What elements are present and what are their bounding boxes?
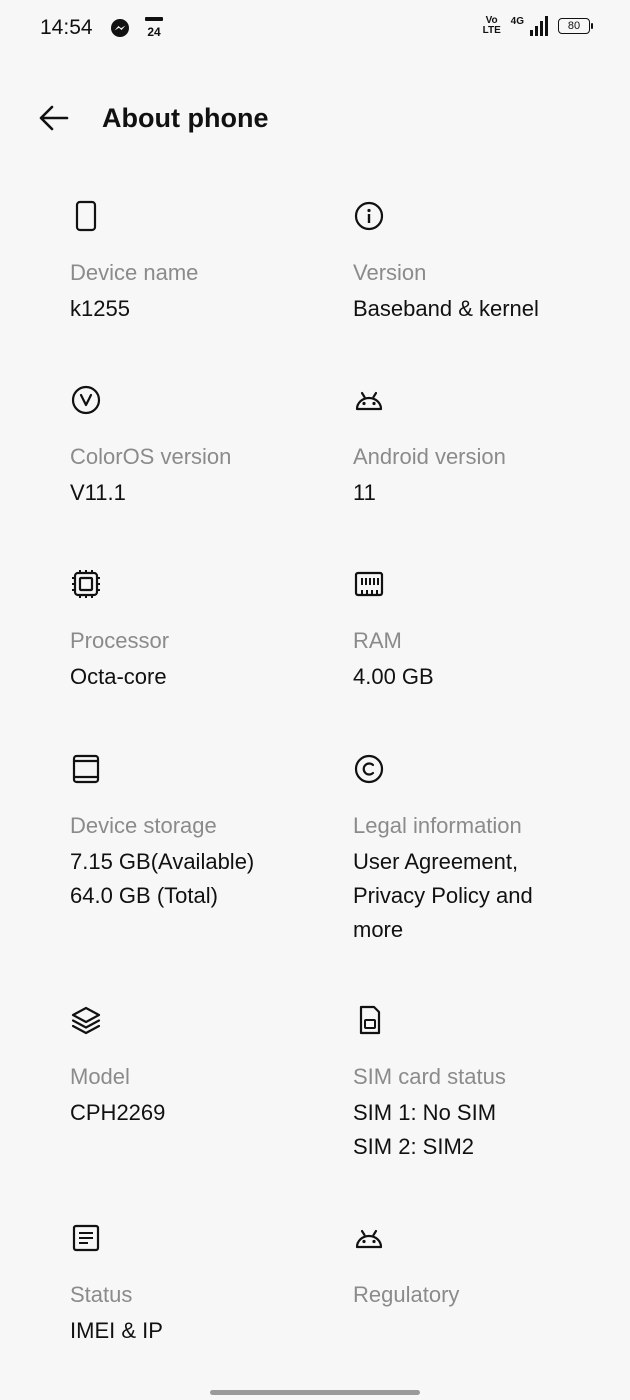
phone-icon xyxy=(75,200,97,232)
tile-value: SIM 1: No SIM SIM 2: SIM2 xyxy=(353,1096,613,1164)
sim1-status: SIM 1: No SIM xyxy=(353,1100,497,1125)
sim-card-icon xyxy=(359,1005,381,1035)
legal-line-3: more xyxy=(353,917,404,942)
news-24-icon: 24 xyxy=(145,17,163,39)
layers-icon xyxy=(71,1006,101,1035)
storage-available: 7.15 GB(Available) xyxy=(70,849,255,874)
document-icon xyxy=(72,1224,100,1252)
messenger-icon xyxy=(111,19,129,37)
status-bar: 14:54 24 Vo LTE 4G 80 xyxy=(0,0,630,56)
tile-label: Processor xyxy=(70,628,170,653)
storage-icon xyxy=(72,754,100,784)
ram-icon xyxy=(354,571,384,597)
tile-value: Baseband & kernel xyxy=(353,296,539,321)
android-icon xyxy=(355,391,383,411)
tile-label: SIM card status xyxy=(353,1064,506,1089)
tile-status[interactable]: Status IMEI & IP xyxy=(70,1222,330,1348)
android-icon xyxy=(355,1229,383,1249)
tile-device-name[interactable]: Device name k1255 xyxy=(70,200,330,326)
page-title: About phone xyxy=(102,103,269,133)
signal-icon xyxy=(530,16,548,36)
storage-total: 64.0 GB (Total) xyxy=(70,883,218,908)
tile-label: Status xyxy=(70,1282,133,1307)
tile-value: 7.15 GB(Available) 64.0 GB (Total) xyxy=(70,845,330,913)
battery-level: 80 xyxy=(567,20,581,32)
tile-ram[interactable]: RAM 4.00 GB xyxy=(353,568,613,694)
home-indicator[interactable] xyxy=(210,1390,420,1395)
tile-regulatory[interactable]: Regulatory xyxy=(353,1222,613,1310)
tile-value: 11 xyxy=(353,480,376,505)
tile-label: Version xyxy=(353,260,427,285)
copyright-icon xyxy=(354,754,384,784)
network-type: 4G xyxy=(510,16,524,27)
svg-text:24: 24 xyxy=(147,25,161,39)
volte-icon: Vo LTE xyxy=(482,15,501,36)
tile-value: 4.00 GB xyxy=(353,664,434,689)
tile-label: ColorOS version xyxy=(70,444,232,469)
legal-line-1: User Agreement, xyxy=(353,849,519,874)
tile-value: CPH2269 xyxy=(70,1100,166,1125)
tile-label: RAM xyxy=(353,628,402,653)
tile-value: V11.1 xyxy=(70,480,126,505)
info-icon xyxy=(354,201,384,231)
tile-label: Regulatory xyxy=(353,1282,460,1307)
status-time: 14:54 xyxy=(40,16,93,39)
sim2-status: SIM 2: SIM2 xyxy=(353,1134,475,1159)
tile-coloros-version[interactable]: ColorOS version V11.1 xyxy=(70,384,330,510)
tile-value: IMEI & IP xyxy=(70,1318,163,1343)
status-indicators: Vo LTE 4G 80 xyxy=(482,15,593,36)
tile-value: Octa-core xyxy=(70,664,167,689)
tile-processor[interactable]: Processor Octa-core xyxy=(70,568,330,694)
battery-icon: 80 xyxy=(558,18,593,34)
tile-sim-card-status[interactable]: SIM card status SIM 1: No SIM SIM 2: SIM… xyxy=(353,1004,613,1164)
legal-line-2: Privacy Policy and xyxy=(353,883,533,908)
tile-label: Device name xyxy=(70,260,199,285)
tile-version[interactable]: Version Baseband & kernel xyxy=(353,200,613,326)
coloros-icon xyxy=(71,385,101,415)
tile-model[interactable]: Model CPH2269 xyxy=(70,1004,330,1130)
tile-android-version[interactable]: Android version 11 xyxy=(353,384,613,510)
processor-icon xyxy=(72,570,100,598)
tile-value: k1255 xyxy=(70,296,130,321)
tile-legal-information[interactable]: Legal information User Agreement, Privac… xyxy=(353,753,613,947)
tile-label: Model xyxy=(70,1064,130,1089)
tile-label: Legal information xyxy=(353,813,522,838)
tile-value: User Agreement, Privacy Policy and more xyxy=(353,845,613,947)
tile-label: Device storage xyxy=(70,813,217,838)
back-arrow-icon[interactable] xyxy=(36,100,72,136)
tile-device-storage[interactable]: Device storage 7.15 GB(Available) 64.0 G… xyxy=(70,753,330,913)
tile-label: Android version xyxy=(353,444,506,469)
